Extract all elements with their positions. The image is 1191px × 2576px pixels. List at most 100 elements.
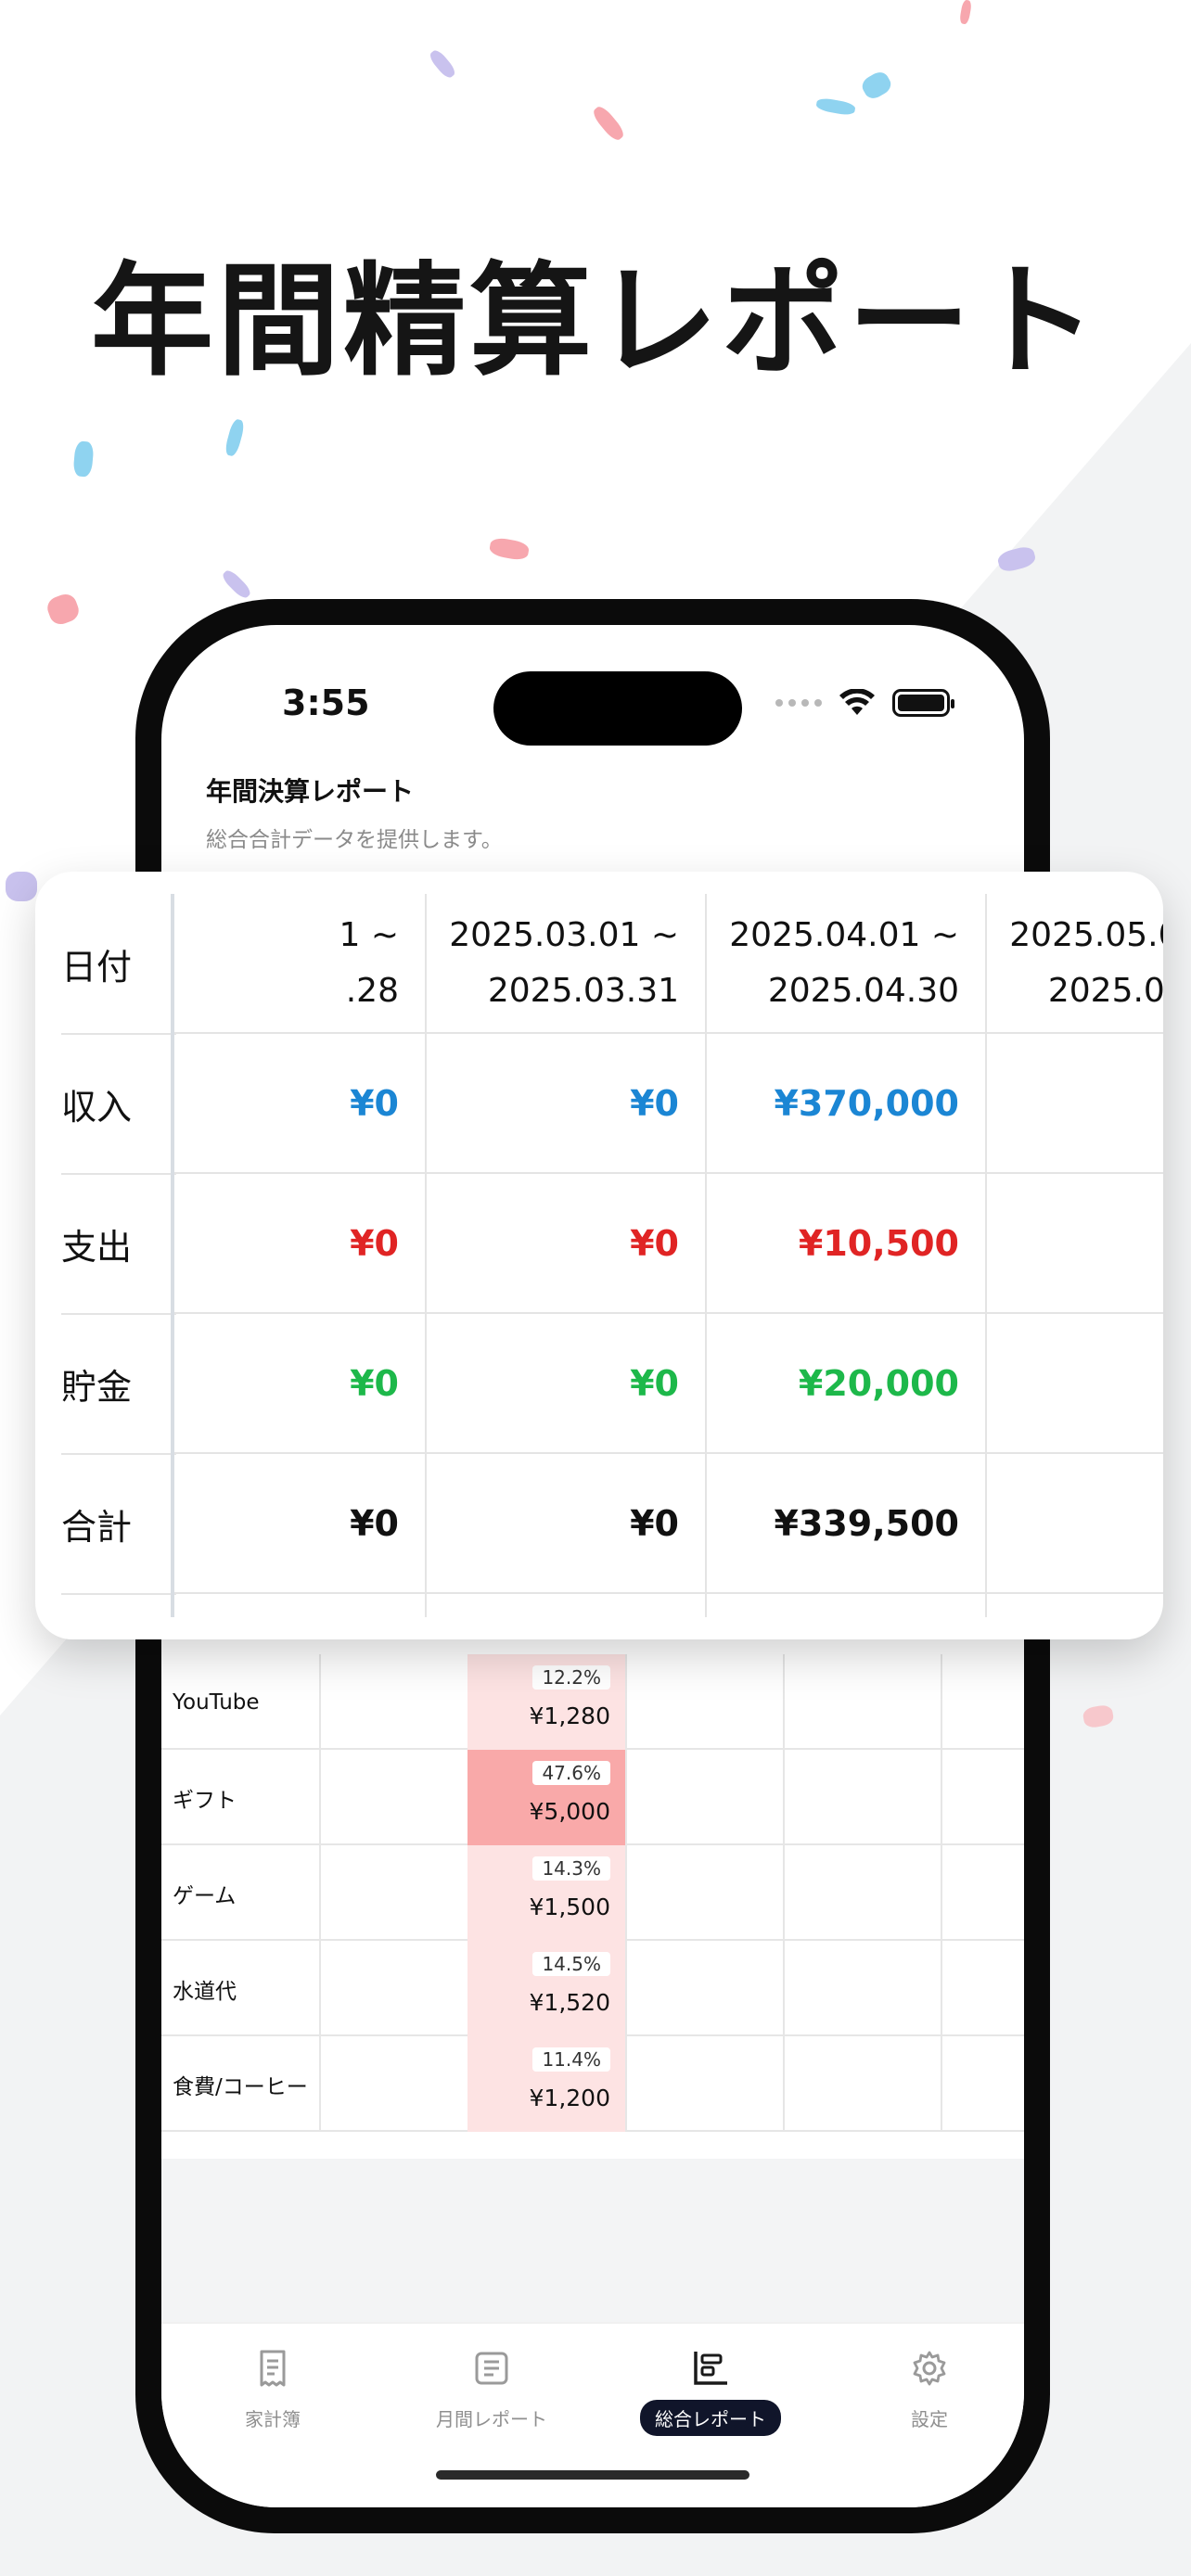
tab-total-report[interactable]: 総合レポート [618, 2348, 803, 2436]
column-divider [625, 1845, 627, 1941]
report-column: 2025.03.01 ~2025.03.31 ¥0 ¥0 ¥0 ¥0 [425, 894, 707, 1617]
column-divider [783, 1845, 785, 1941]
report-scroll-area[interactable]: 1 ~ .28 ¥0 ¥0 ¥0 ¥0 2025.03.01 ~2025.03.31 ¥0 ¥0… [174, 894, 1163, 1617]
category-amount: ¥1,280 [529, 1702, 610, 1729]
total-cell: ¥339,500 [707, 1454, 987, 1594]
category-name: ゲーム [173, 1883, 237, 1908]
annual-report-card: 日付 収入 支出 貯金 合計 1 ~ .28 ¥0 ¥0 ¥0 ¥0 2025.03.01 ~202… [35, 872, 1163, 1639]
total-cell: ¥0 [427, 1454, 707, 1594]
column-divider [319, 1941, 321, 2036]
date-from: 2025.05.01 ~ [1009, 915, 1163, 954]
savings-cell: ¥0 [987, 1314, 1163, 1454]
category-name: 食費/コーヒー [173, 2074, 308, 2099]
date-to: 2025.05.31 [1047, 971, 1163, 1010]
tab-bar: 家計簿 月間レポート 総合レポート 設定 [161, 2322, 1024, 2507]
page-subtitle: 総合合計データを提供します。 [206, 828, 503, 852]
home-indicator [436, 2470, 749, 2480]
report-column: 1 ~ .28 ¥0 ¥0 ¥0 ¥0 [174, 894, 427, 1617]
category-amount-cell: 12.2% ¥1,280 [467, 1654, 625, 1750]
column-divider [941, 1654, 942, 1750]
signal-icon [775, 699, 822, 707]
category-amount: ¥1,500 [529, 1894, 610, 1920]
table-row[interactable]: 水道代 14.5% ¥1,520 [161, 1941, 1024, 2036]
tab-label: 総合レポート [640, 2400, 781, 2436]
savings-cell: ¥0 [427, 1314, 707, 1454]
expense-cell: ¥0 [427, 1174, 707, 1314]
category-amount-cell: 14.5% ¥1,520 [467, 1941, 625, 2036]
date-to: 2025.04.30 [767, 971, 959, 1010]
content-background [161, 2159, 1024, 2322]
savings-cell: ¥0 [174, 1314, 427, 1454]
tab-monthly-report[interactable]: 月間レポート [399, 2348, 584, 2436]
confetti [6, 872, 37, 901]
category-amount: ¥1,520 [529, 1989, 610, 2016]
category-name: ギフト [173, 1788, 237, 1813]
expense-cell: ¥0 [174, 1174, 427, 1314]
category-amount: ¥1,200 [529, 2085, 610, 2111]
battery-icon [892, 689, 954, 717]
date-range-cell: 2025.03.01 ~ 2025.03.31 [427, 894, 707, 1034]
column-divider [625, 2036, 627, 2132]
tab-household[interactable]: 家計簿 [180, 2348, 365, 2436]
savings-cell: ¥20,000 [707, 1314, 987, 1454]
date-range-cell: 2025.05.01 ~ 2025.05.31 [987, 894, 1163, 1034]
column-divider [319, 1845, 321, 1941]
report-column: 2025.04.01 ~ 2025.04.30 ¥370,000 ¥10,500 ¥20… [705, 894, 987, 1617]
income-cell: ¥370,000 [707, 1034, 987, 1174]
column-divider [625, 1750, 627, 1845]
table-row[interactable]: 食費/コーヒー 11.4% ¥1,200 [161, 2036, 1024, 2132]
category-amount-cell: 14.3% ¥1,500 [467, 1845, 625, 1941]
receipt-icon [260, 2350, 286, 2387]
row-header: 支出 [61, 1227, 133, 1268]
dynamic-island [493, 671, 742, 746]
row-divider [61, 1593, 176, 1595]
column-divider [941, 2036, 942, 2132]
date-from: 2025.03.01 ~ [449, 915, 679, 954]
expense-cell: ¥0 [987, 1174, 1163, 1314]
date-range-cell: 2025.04.01 ~ 2025.04.30 [707, 894, 987, 1034]
column-divider [319, 1654, 321, 1750]
headline: 年間精算レポート [91, 250, 1100, 393]
row-header: 合計 [61, 1507, 133, 1548]
percent-badge: 11.4% [532, 2047, 610, 2072]
total-cell: ¥0 [174, 1454, 427, 1594]
report-column: 2025.05.01 ~2025.05.31¥0¥0¥0¥0 [985, 894, 1163, 1617]
date-range-cell: 1 ~ .28 [174, 894, 427, 1034]
table-row[interactable]: YouTube 12.2% ¥1,280 [161, 1654, 1024, 1750]
expense-cell: ¥10,500 [707, 1174, 987, 1314]
wifi-icon [839, 689, 875, 715]
income-cell: ¥0 [174, 1034, 427, 1174]
tab-settings[interactable]: 設定 [837, 2348, 1022, 2436]
gear-icon [913, 2351, 946, 2386]
column-divider [783, 1750, 785, 1845]
total-cell: ¥0 [987, 1454, 1163, 1594]
report-chart-icon [694, 2352, 727, 2385]
income-cell: ¥0 [427, 1034, 707, 1174]
percent-badge: 47.6% [532, 1761, 610, 1785]
column-divider [319, 2036, 321, 2132]
table-row[interactable]: ゲーム 14.3% ¥1,500 [161, 1845, 1024, 1941]
date-to: .28 [345, 971, 399, 1010]
category-amount-cell: 11.4% ¥1,200 [467, 2036, 625, 2132]
category-amount: ¥5,000 [529, 1798, 610, 1825]
row-header: 貯金 [61, 1367, 133, 1408]
column-divider [319, 1750, 321, 1845]
page-title: 年間決算レポート [206, 776, 415, 807]
column-divider [941, 1941, 942, 2036]
column-divider [783, 1941, 785, 2036]
table-row[interactable]: ギフト 47.6% ¥5,000 [161, 1750, 1024, 1845]
status-icons [775, 684, 954, 721]
income-cell: ¥0 [987, 1034, 1163, 1174]
column-divider [783, 2036, 785, 2132]
status-time: 3:55 [282, 682, 370, 723]
category-table: YouTube 12.2% ¥1,280 ギフト 47.6% ¥5,000 ゲーム 14.3%… [161, 1654, 1024, 2132]
category-amount-cell: 47.6% ¥5,000 [467, 1750, 625, 1845]
list-doc-icon [475, 2352, 508, 2385]
row-header: 収入 [61, 1087, 133, 1128]
column-divider [941, 1750, 942, 1845]
date-from: 2025.04.01 ~ [729, 915, 959, 954]
sticky-column-divider [171, 894, 174, 1617]
date-to: 2025.03.31 [487, 971, 679, 1010]
column-divider [625, 1654, 627, 1750]
percent-badge: 12.2% [532, 1665, 610, 1690]
